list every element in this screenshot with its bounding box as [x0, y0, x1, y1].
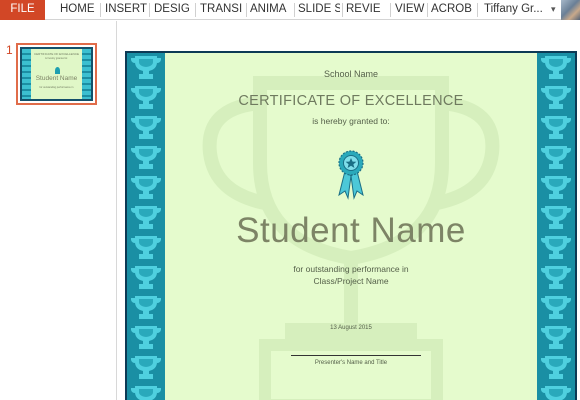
thumbnail-performance: for outstanding performance in [39, 86, 74, 89]
performance-text[interactable]: for outstanding performance in Class/Pro… [165, 263, 537, 287]
thumbnail-preview: CERTIFICATE OF EXCELLENCE is hereby gran… [20, 47, 93, 101]
slide-number: 1 [6, 43, 13, 57]
tab-insert[interactable]: INSERT [105, 0, 147, 20]
trophy-border-right [537, 53, 575, 400]
student-name[interactable]: Student Name [165, 211, 537, 251]
presenter-name-title[interactable]: Presenter's Name and Title [165, 360, 537, 366]
granted-text[interactable]: is hereby granted to: [165, 116, 537, 126]
ribbon-award-icon [338, 150, 364, 200]
slide-editing-area: School Name CERTIFICATE OF EXCELLENCE is… [118, 21, 580, 400]
tab-transitions[interactable]: TRANSI [200, 0, 244, 20]
school-name[interactable]: School Name [165, 69, 537, 79]
ribbon-tab-bar: FILE HOME INSERT DESIG TRANSI ANIMA SLID… [0, 0, 580, 20]
trophy-pattern-icon [537, 53, 575, 400]
tab-divider [195, 3, 196, 17]
tab-divider [246, 3, 247, 17]
tab-view[interactable]: VIEW [395, 0, 425, 20]
tab-divider [477, 3, 478, 17]
tab-divider [427, 3, 428, 17]
thumbnail-title: CERTIFICATE OF EXCELLENCE [33, 52, 80, 56]
thumbnail-granted: is hereby granted to: [45, 57, 68, 60]
tab-divider [294, 3, 295, 17]
chevron-down-icon[interactable]: ▾ [551, 0, 556, 20]
tab-slide-show[interactable]: SLIDE S [298, 0, 340, 20]
certificate-date[interactable]: 13 August 2015 [165, 325, 537, 331]
certificate-slide[interactable]: School Name CERTIFICATE OF EXCELLENCE is… [125, 51, 577, 400]
user-account-name[interactable]: Tiffany Gr... [484, 0, 543, 20]
slide-thumbnail-pane: 1 CERTIFICATE OF EXCELLENCE is hereby gr… [0, 21, 117, 400]
trophy-pattern-icon [127, 53, 165, 400]
ribbon-award-icon [54, 67, 60, 74]
certificate-body: School Name CERTIFICATE OF EXCELLENCE is… [165, 53, 537, 400]
class-project-name: Class/Project Name [313, 276, 389, 286]
slide-content: School Name CERTIFICATE OF EXCELLENCE is… [127, 53, 575, 400]
thumbnail-student-name: Student Name [35, 75, 78, 82]
tab-review[interactable]: REVIE [346, 0, 382, 20]
trophy-border-left [127, 53, 165, 400]
tab-divider [390, 3, 391, 17]
tab-animations[interactable]: ANIMA [250, 0, 292, 20]
tab-home[interactable]: HOME [60, 0, 98, 20]
slide-thumbnail[interactable]: CERTIFICATE OF EXCELLENCE is hereby gran… [16, 43, 97, 105]
signature-line [291, 355, 421, 356]
thumbnail-border: CERTIFICATE OF EXCELLENCE is hereby gran… [22, 49, 91, 99]
tab-file[interactable]: FILE [0, 0, 45, 20]
avatar[interactable] [561, 0, 580, 20]
performance-line: for outstanding performance in [293, 264, 409, 274]
thumbnail-body: CERTIFICATE OF EXCELLENCE is hereby gran… [31, 49, 82, 99]
certificate-title[interactable]: CERTIFICATE OF EXCELLENCE [165, 93, 537, 109]
tab-divider [342, 3, 343, 17]
tab-divider [100, 3, 101, 17]
tab-design[interactable]: DESIG [154, 0, 191, 20]
tab-acrobat[interactable]: ACROB [431, 0, 475, 20]
tab-divider [149, 3, 150, 17]
